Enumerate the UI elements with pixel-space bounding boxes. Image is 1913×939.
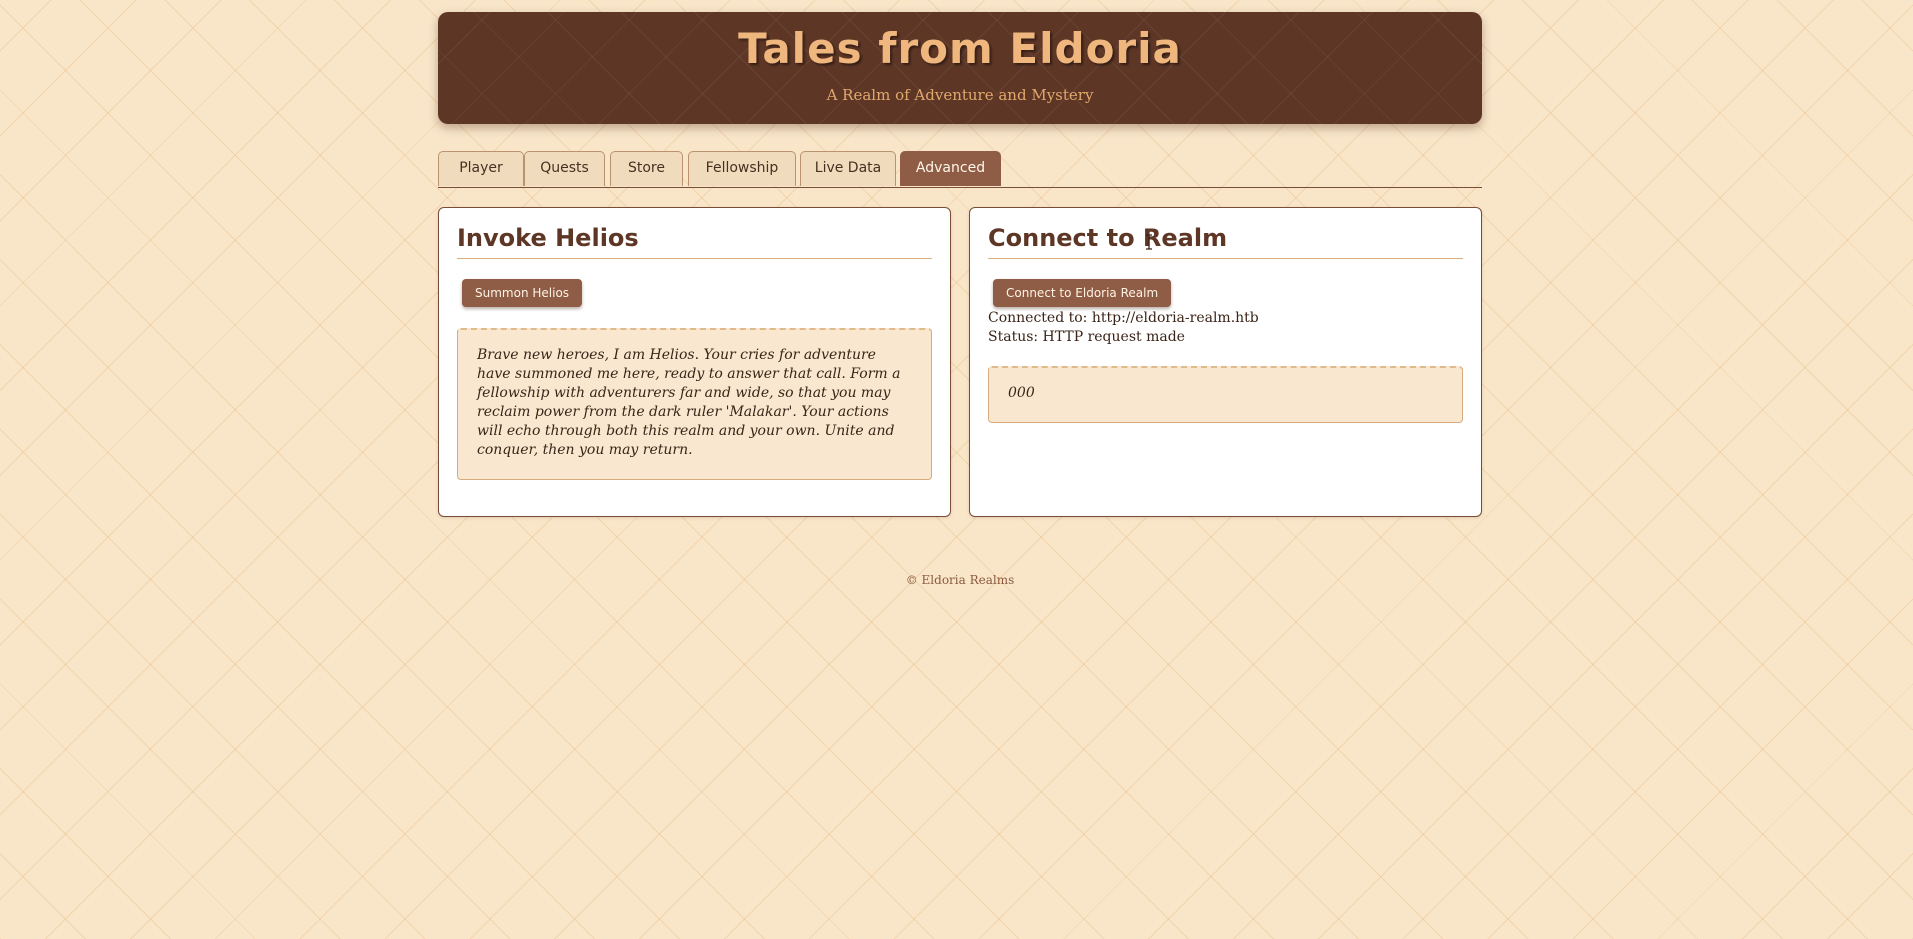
status-text: Status: HTTP request made [988,329,1185,345]
realm-response: 000 [1008,385,1035,401]
helios-panel: Invoke Helios Summon Helios Brave new he… [438,207,951,517]
tab-live-data[interactable]: Live Data [800,151,896,186]
site-subtitle: A Realm of Adventure and Mystery [826,86,1094,104]
connect-realm-button[interactable]: Connect to Eldoria Realm [993,279,1172,307]
text-cursor-icon [1146,234,1152,250]
helios-panel-title: Invoke Helios [457,222,932,259]
tab-fellowship[interactable]: Fellowship [688,151,796,186]
app-container: Tales from Eldoria A Realm of Adventure … [438,12,1482,587]
helios-message: Brave new heroes, I am Helios. Your crie… [477,347,901,458]
tab-store[interactable]: Store [610,151,683,186]
site-header: Tales from Eldoria A Realm of Adventure … [438,12,1482,124]
realm-panel: Connect to Realm Connect to Eldoria Real… [969,207,1482,517]
tab-player[interactable]: Player [438,151,524,186]
helios-message-box: Brave new heroes, I am Helios. Your crie… [457,328,932,480]
summon-helios-button[interactable]: Summon Helios [462,279,583,307]
tab-bar: Player Quests Store Fellowship Live Data… [438,151,1482,188]
connected-to-text: Connected to: http://eldoria-realm.htb [988,310,1259,326]
tab-advanced[interactable]: Advanced [900,151,1001,186]
realm-response-box: 000 [988,366,1463,423]
page-footer: © Eldoria Realms [905,573,1015,587]
realm-panel-title: Connect to Realm [988,222,1463,259]
tab-quests[interactable]: Quests [524,151,605,186]
site-title: Tales from Eldoria [738,24,1182,73]
